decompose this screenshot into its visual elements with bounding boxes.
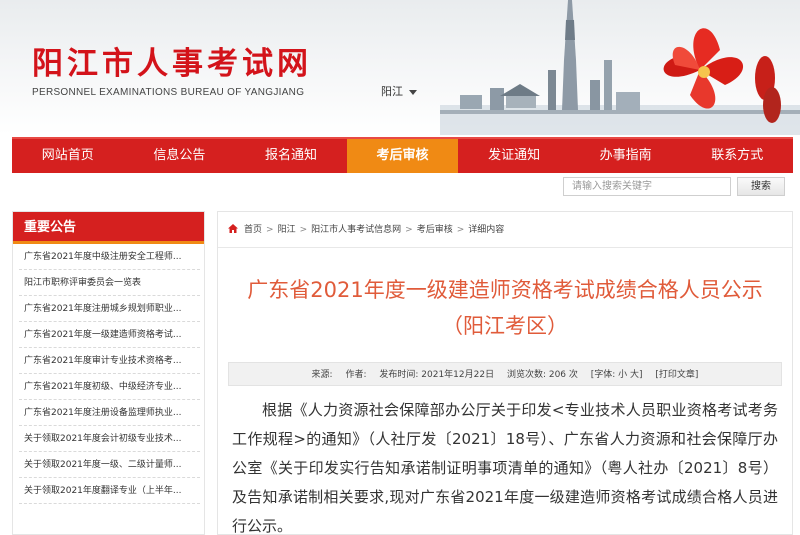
meta-author: 作者: bbox=[345, 370, 367, 380]
breadcrumb-home[interactable]: 首页 bbox=[244, 225, 262, 235]
search-button[interactable]: 搜索 bbox=[737, 177, 785, 196]
main-nav: 网站首页 信息公告 报名通知 考后审核 发证通知 办事指南 联系方式 bbox=[12, 137, 793, 173]
sidebar-list: 广东省2021年度中级注册安全工程师... 阳江市职称评审委员会一览表 广东省2… bbox=[13, 244, 204, 504]
breadcrumb-separator: > bbox=[456, 225, 465, 235]
home-icon bbox=[228, 224, 238, 233]
breadcrumb-site[interactable]: 阳江市人事考试信息网 bbox=[311, 225, 401, 235]
nav-item-registration[interactable]: 报名通知 bbox=[235, 139, 347, 173]
city-selector[interactable]: 阳江 bbox=[381, 83, 417, 99]
sidebar-link[interactable]: 关于领取2021年度一级、二级计量师... bbox=[19, 452, 200, 478]
breadcrumb-current: 详细内容 bbox=[468, 225, 505, 235]
article-title: 广东省2021年度一级建造师资格考试成绩合格人员公示（阳江考区） bbox=[247, 278, 763, 338]
sidebar-link[interactable]: 关于领取2021年度会计初级专业技术... bbox=[19, 426, 200, 452]
breadcrumb-separator: > bbox=[405, 225, 413, 235]
city-skyline-banner bbox=[440, 0, 800, 135]
breadcrumb-yangjiang[interactable]: 阳江 bbox=[278, 225, 296, 235]
article-body: 根据《人力资源社会保障部办公厅关于印发<专业技术人员职业资格考试考务工作规程>的… bbox=[232, 401, 778, 535]
meta-source: 来源: bbox=[311, 370, 333, 380]
sidebar-link[interactable]: 广东省2021年度初级、中级经济专业... bbox=[19, 374, 200, 400]
site-subtitle: PERSONNEL EXAMINATIONS BUREAU OF YANGJIA… bbox=[32, 87, 305, 98]
city-label: 阳江 bbox=[381, 85, 403, 98]
font-size-toggle[interactable]: [字体: 小 大] bbox=[591, 370, 643, 380]
breadcrumb: 首页 > 阳江 > 阳江市人事考试信息网 > 考后审核 > 详细内容 bbox=[218, 212, 792, 248]
article-panel: 首页 > 阳江 > 阳江市人事考试信息网 > 考后审核 > 详细内容 广东省2021年度一级建造… bbox=[217, 211, 793, 535]
site-header: 阳江市人事考试网 PERSONNEL EXAMINATIONS BUREAU O… bbox=[0, 0, 800, 135]
sidebar-link[interactable]: 阳江市职称评审委员会一览表 bbox=[19, 270, 200, 296]
sidebar-link[interactable]: 关于领取2021年度翻译专业（上半年... bbox=[19, 478, 200, 504]
nav-item-certificates[interactable]: 发证通知 bbox=[458, 139, 570, 173]
sidebar-link[interactable]: 广东省2021年度中级注册安全工程师... bbox=[19, 244, 200, 270]
breadcrumb-post-exam-review[interactable]: 考后审核 bbox=[417, 225, 453, 235]
breadcrumb-separator: > bbox=[266, 225, 274, 235]
meta-publish-time: 发布时间: 2021年12月22日 bbox=[379, 370, 495, 380]
nav-item-home[interactable]: 网站首页 bbox=[12, 139, 124, 173]
sidebar-link[interactable]: 广东省2021年度一级建造师资格考试... bbox=[19, 322, 200, 348]
article-meta-bar: 来源: 作者: 发布时间: 2021年12月22日 浏览次数: 206 次 [字… bbox=[228, 362, 782, 386]
print-article-link[interactable]: [打印文章] bbox=[655, 370, 698, 380]
site-title: 阳江市人事考试网 bbox=[32, 46, 312, 82]
search-input[interactable]: 请输入搜索关键字 bbox=[563, 177, 731, 196]
chevron-down-icon bbox=[409, 89, 417, 95]
sidebar-link[interactable]: 广东省2021年度注册城乡规划师职业... bbox=[19, 296, 200, 322]
nav-item-contact[interactable]: 联系方式 bbox=[681, 139, 793, 173]
sidebar-title: 重要公告 bbox=[13, 212, 204, 244]
sidebar-link[interactable]: 广东省2021年度注册设备监理师执业... bbox=[19, 400, 200, 426]
nav-item-announcements[interactable]: 信息公告 bbox=[124, 139, 236, 173]
breadcrumb-separator: > bbox=[299, 225, 308, 235]
meta-views: 浏览次数: 206 次 bbox=[506, 370, 578, 380]
nav-item-service-guide[interactable]: 办事指南 bbox=[570, 139, 682, 173]
sidebar-link[interactable]: 广东省2021年度审计专业技术资格考... bbox=[19, 348, 200, 374]
important-notices-sidebar: 重要公告 广东省2021年度中级注册安全工程师... 阳江市职称评审委员会一览表… bbox=[12, 211, 205, 535]
nav-item-post-exam-review[interactable]: 考后审核 bbox=[346, 139, 459, 173]
